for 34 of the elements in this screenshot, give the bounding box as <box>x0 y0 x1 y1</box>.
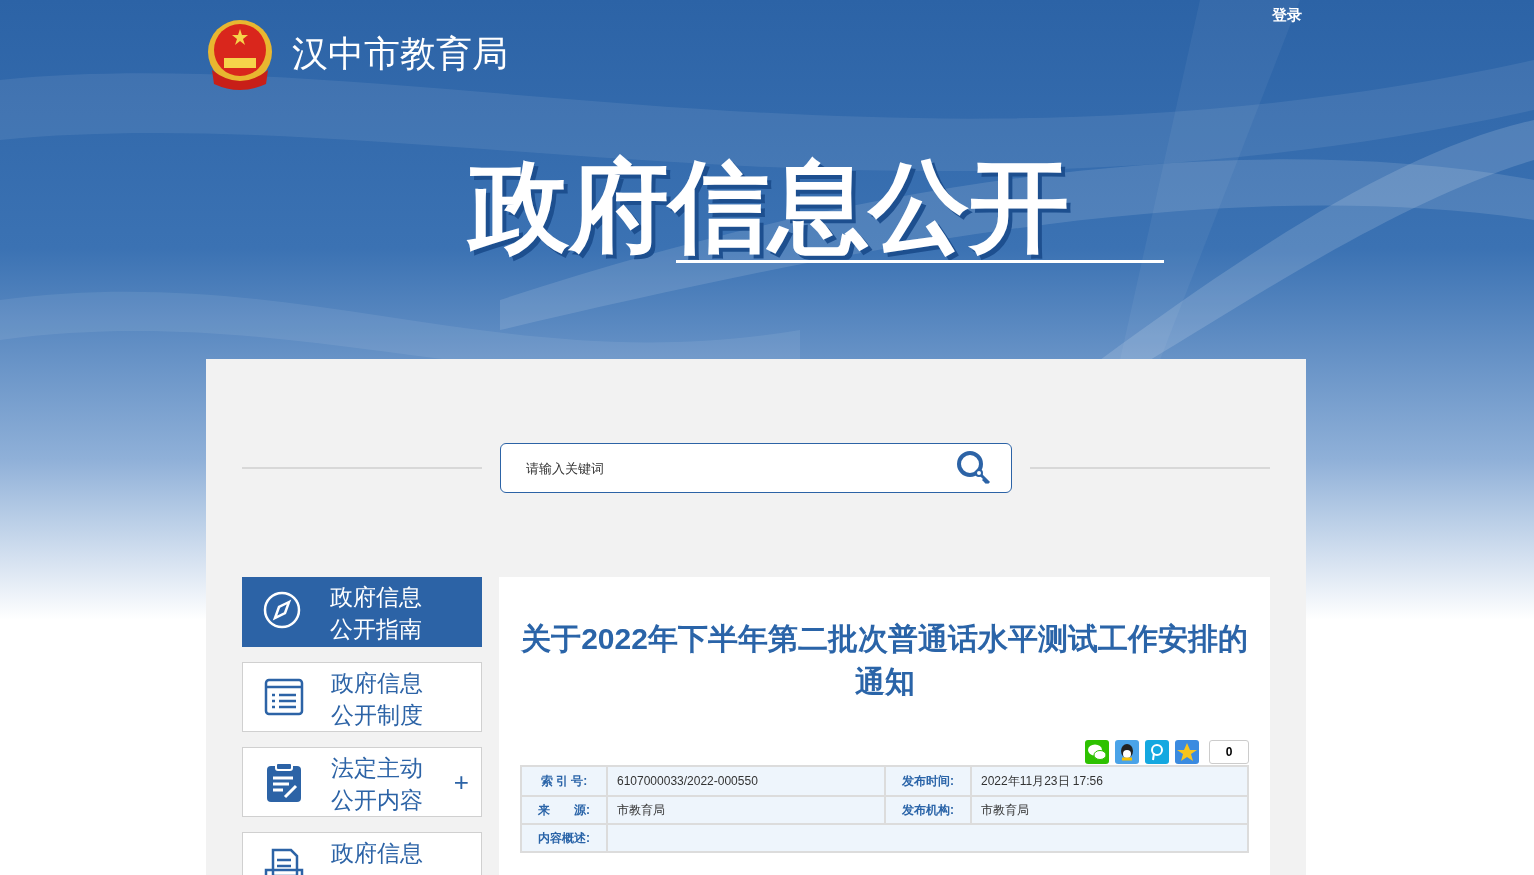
article-title: 关于2022年下半年第二批次普通话水平测试工作安排的通知 <box>520 621 1249 700</box>
share-qq-icon[interactable] <box>1115 740 1139 764</box>
meta-value: 市教育局 <box>608 797 886 823</box>
share-count: 0 <box>1209 740 1249 764</box>
sidebar-item-label: 政府信息 <box>331 839 423 868</box>
meta-label: 发布机构: <box>886 797 972 823</box>
meta-label: 索 引 号: <box>522 767 608 795</box>
login-link[interactable]: 登录 <box>1272 4 1302 27</box>
meta-label: 内容概述: <box>522 825 608 851</box>
meta-value: 6107000033/2022-000550 <box>608 767 886 795</box>
share-qzone-icon[interactable] <box>1175 740 1199 764</box>
search-icon[interactable] <box>955 449 993 487</box>
sidebar-item[interactable]: 政府信息 公开制度 <box>242 662 482 732</box>
sidebar-item[interactable]: 政府信息 公开指南 <box>242 577 482 647</box>
meta-value: 2022年11月23日 17:56 <box>980 773 1104 790</box>
sidebar-item[interactable]: 法定主动 公开内容 + <box>242 747 482 817</box>
expand-icon[interactable]: + <box>453 768 469 796</box>
list-icon <box>263 676 305 718</box>
sidebar-item-label: 法定主动 <box>331 754 423 783</box>
sidebar-item-label: 公开制度 <box>331 701 423 730</box>
search-field[interactable]: 请输入关键词 <box>500 443 1012 493</box>
sidebar-item-label: 公开指南 <box>330 615 422 644</box>
meta-label: 发布时间: <box>886 767 972 795</box>
meta-value: 市教育局 <box>980 802 1030 819</box>
sidebar-item-label: 政府信息 <box>331 669 423 698</box>
share-pengyou-icon[interactable] <box>1145 740 1169 764</box>
site-name: 汉中市教育局 <box>292 36 508 72</box>
meta-label: 来 源: <box>522 797 608 823</box>
emblem-icon <box>206 20 274 90</box>
sidebar-item[interactable]: 政府信息 <box>242 832 482 875</box>
share-wechat-icon[interactable] <box>1085 740 1109 764</box>
sidebar-item-label: 公开内容 <box>331 786 423 815</box>
sidebar-item-label: 政府信息 <box>330 583 422 612</box>
banner-title: 政府信息公开 <box>469 156 1069 256</box>
